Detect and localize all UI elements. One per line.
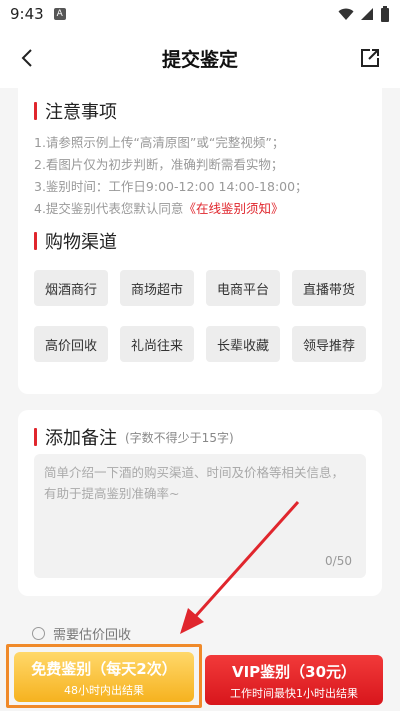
status-icons	[338, 6, 390, 22]
channel-chip[interactable]: 礼尚往来	[120, 326, 194, 362]
nav-bar: 提交鉴定	[0, 28, 400, 88]
title-accent-bar	[34, 102, 37, 120]
channels-title: 购物渠道	[34, 228, 117, 254]
remark-hint: (字数不得少于15字)	[125, 430, 234, 445]
notice-line: 1.请参照示例上传“高清原图”或“完整视频”；	[34, 135, 285, 150]
remark-title: 添加备注 (字数不得少于15字)	[34, 424, 234, 450]
notification-a-icon: A	[53, 8, 66, 20]
channel-chip[interactable]: 长辈收藏	[206, 326, 280, 362]
channel-chip[interactable]: 领导推荐	[292, 326, 366, 362]
wifi-icon	[338, 8, 354, 20]
free-appraisal-button[interactable]: 免费鉴别（每天2次） 48小时内出结果	[14, 652, 194, 702]
page-title: 提交鉴定	[161, 48, 238, 71]
battery-icon	[381, 6, 389, 22]
channel-chip[interactable]: 烟酒商行	[34, 270, 108, 306]
channel-chip[interactable]: 电商平台	[206, 270, 280, 306]
terms-link[interactable]: 《在线鉴别须知》	[183, 201, 283, 216]
notice-line: 4.提交鉴别代表您默认同意《在线鉴别须知》	[34, 201, 284, 216]
notice-title: 注意事项	[34, 98, 117, 124]
notice-line: 3.鉴别时间：工作日9:00-12:00 14:00-18:00；	[34, 179, 308, 194]
channel-chip[interactable]: 商场超市	[120, 270, 194, 306]
radio-circle-icon[interactable]	[32, 627, 45, 640]
char-counter: 0/50	[325, 554, 352, 568]
notice-line: 2.看图片仅为初步判断，准确判断需看实物；	[34, 157, 284, 172]
recycle-option[interactable]: 需要估价回收	[32, 624, 131, 643]
back-arrow-icon[interactable]	[16, 46, 40, 70]
title-accent-bar	[34, 232, 37, 250]
remark-textarea[interactable]: 简单介绍一下酒的购买渠道、时间及价格等相关信息，有助于提高鉴别准确率~ 0/50	[34, 454, 366, 578]
remark-placeholder: 简单介绍一下酒的购买渠道、时间及价格等相关信息，有助于提高鉴别准确率~	[44, 465, 345, 501]
channel-chip[interactable]: 高价回收	[34, 326, 108, 362]
status-bar: 9:43 A	[0, 0, 400, 28]
info-card: 注意事项 1.请参照示例上传“高清原图”或“完整视频”； 2.看图片仅为初步判断…	[18, 88, 382, 394]
remark-card: 添加备注 (字数不得少于15字) 简单介绍一下酒的购买渠道、时间及价格等相关信息…	[18, 410, 382, 596]
recycle-label: 需要估价回收	[53, 628, 132, 643]
vip-appraisal-button[interactable]: VIP鉴别（30元） 工作时间最快1小时出结果	[205, 655, 383, 705]
share-icon[interactable]	[358, 46, 382, 70]
title-accent-bar	[34, 428, 37, 446]
notice-list: 1.请参照示例上传“高清原图”或“完整视频”； 2.看图片仅为初步判断，准确判断…	[34, 132, 308, 220]
channel-chip[interactable]: 直播带货	[292, 270, 366, 306]
signal-icon	[361, 8, 373, 20]
status-time: 9:43	[10, 5, 44, 23]
